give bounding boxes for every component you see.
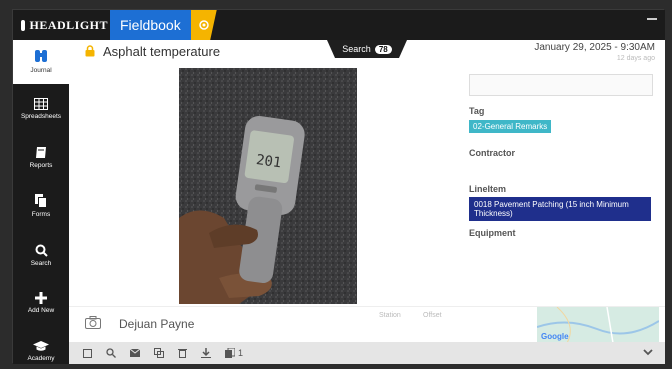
document-icon <box>35 194 47 208</box>
entry-relative-time: 12 days ago <box>616 55 655 62</box>
gear-icon <box>198 20 209 30</box>
attachments-button[interactable]: 1 <box>225 348 243 358</box>
nav-spreadsheets[interactable]: Spreadsheets <box>13 98 69 120</box>
attachments-count: 1 <box>238 348 244 358</box>
google-logo-text: Google <box>541 332 569 341</box>
map-thumbnail[interactable]: Google <box>537 307 659 343</box>
copy-button[interactable] <box>154 348 164 358</box>
zoom-button[interactable] <box>106 348 116 358</box>
nav-academy-label: Academy <box>27 355 55 362</box>
entry-footer: Dejuan Payne Station Offset Google <box>69 306 665 343</box>
search-tab-label: Search <box>342 44 371 54</box>
nav-journal-label: Journal <box>30 67 52 74</box>
nav-journal[interactable]: Journal <box>13 40 69 84</box>
book-icon <box>36 147 46 158</box>
entry-text-field[interactable] <box>469 74 653 96</box>
left-navigation: Journal Spreadsheets Reports Forms Searc… <box>13 40 69 364</box>
thermometer-photo: 201 <box>179 68 357 304</box>
entry-panel: Asphalt temperature Search 78 January 29… <box>69 40 665 364</box>
select-checkbox[interactable] <box>83 348 92 358</box>
minimize-button[interactable] <box>647 18 657 20</box>
app-title[interactable]: Fieldbook <box>110 10 191 40</box>
lineitem-pill[interactable]: 0018 Pavement Patching (15 inch Minimum … <box>469 197 651 221</box>
camera-icon[interactable] <box>85 316 101 329</box>
offset-label: Offset <box>423 312 442 319</box>
copy-icon <box>154 348 164 358</box>
download-button[interactable] <box>201 348 211 358</box>
zoom-icon <box>106 348 116 358</box>
nav-spreadsheets-label: Spreadsheets <box>20 113 62 120</box>
headlight-logo: HEADLIGHT <box>13 18 108 33</box>
nav-reports[interactable]: Reports <box>13 146 69 169</box>
attachment-stack-icon <box>225 348 235 358</box>
author-name: Dejuan Payne <box>119 317 195 331</box>
nav-search[interactable]: Search <box>13 244 69 267</box>
tag-label: Tag <box>469 106 485 116</box>
equipment-label: Equipment <box>469 228 516 238</box>
graduation-cap-icon <box>33 341 49 351</box>
email-button[interactable] <box>130 349 140 357</box>
download-icon <box>201 348 211 358</box>
nav-add-new[interactable]: Add New <box>13 292 69 314</box>
lineitem-label: LineItem <box>469 184 507 194</box>
entry-photo[interactable]: 201 <box>179 68 357 304</box>
tag-pill[interactable]: 02-General Remarks <box>469 120 552 133</box>
checkbox-icon <box>83 348 92 358</box>
search-count-badge: 78 <box>374 44 392 54</box>
logo-mark-icon <box>21 19 26 31</box>
entry-date: January 29, 2025 - 9:30AM <box>534 42 655 53</box>
nav-add-new-label: Add New <box>27 307 55 314</box>
brand-name: HEADLIGHT <box>29 17 108 32</box>
binoculars-icon <box>35 50 47 62</box>
chevron-down-icon[interactable] <box>643 348 653 356</box>
grid-icon <box>34 98 48 110</box>
plus-icon <box>35 292 47 304</box>
nav-forms-label: Forms <box>31 211 51 218</box>
entry-header: Asphalt temperature Search 78 January 29… <box>69 40 665 66</box>
station-label: Station <box>379 312 401 319</box>
search-icon <box>35 244 48 257</box>
trash-icon <box>178 349 187 358</box>
envelope-icon <box>130 349 140 357</box>
google-logo: Google <box>541 332 569 341</box>
nav-forms[interactable]: Forms <box>13 194 69 218</box>
lock-icon <box>85 45 95 57</box>
top-bar: HEADLIGHT Fieldbook <box>13 10 665 40</box>
entry-title: Asphalt temperature <box>103 44 221 59</box>
search-tab[interactable]: Search 78 <box>327 40 407 58</box>
nav-academy[interactable]: Academy <box>13 340 69 362</box>
nav-search-label: Search <box>30 260 52 267</box>
app-window: HEADLIGHT Fieldbook Journal Spreadsheets… <box>12 9 665 364</box>
settings-gear-button[interactable] <box>190 10 217 40</box>
contractor-label: Contractor <box>469 148 516 158</box>
delete-button[interactable] <box>178 348 187 358</box>
entry-details: Tag 02-General Remarks Contractor LineIt… <box>469 74 653 238</box>
nav-reports-label: Reports <box>29 162 53 169</box>
bottom-toolbar: 1 <box>69 342 665 364</box>
